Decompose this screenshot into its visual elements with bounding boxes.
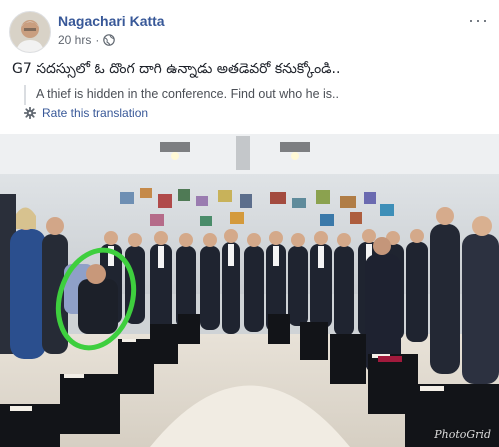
translation-text: A thief is hidden in the conference. Fin… bbox=[36, 87, 339, 101]
rate-translation-label: Rate this translation bbox=[42, 106, 149, 120]
avatar[interactable] bbox=[9, 11, 51, 53]
author-name[interactable]: Nagachari Katta bbox=[58, 13, 165, 29]
post-timestamp[interactable]: 20 hrs bbox=[58, 33, 91, 47]
gear-icon bbox=[23, 106, 37, 120]
avatar-image bbox=[10, 12, 50, 52]
translation-block: A thief is hidden in the conference. Fin… bbox=[24, 85, 499, 105]
post-photo[interactable]: PhotoGrid bbox=[0, 134, 499, 447]
meta-separator: · bbox=[95, 33, 100, 47]
globe-icon bbox=[103, 34, 116, 46]
conference-photo bbox=[0, 134, 499, 447]
post-meta: 20 hrs · bbox=[58, 33, 116, 47]
photogrid-watermark: PhotoGrid bbox=[434, 428, 491, 441]
rate-translation-link[interactable]: Rate this translation bbox=[23, 106, 149, 120]
facebook-post: Nagachari Katta 20 hrs · ··· G7 సదస్సులో… bbox=[0, 0, 499, 447]
post-text: G7 సదస్సులో ఓ దొంగ దాగి ఉన్నాడు అతడెవరో … bbox=[12, 61, 341, 77]
more-options-icon[interactable]: ··· bbox=[468, 10, 489, 31]
